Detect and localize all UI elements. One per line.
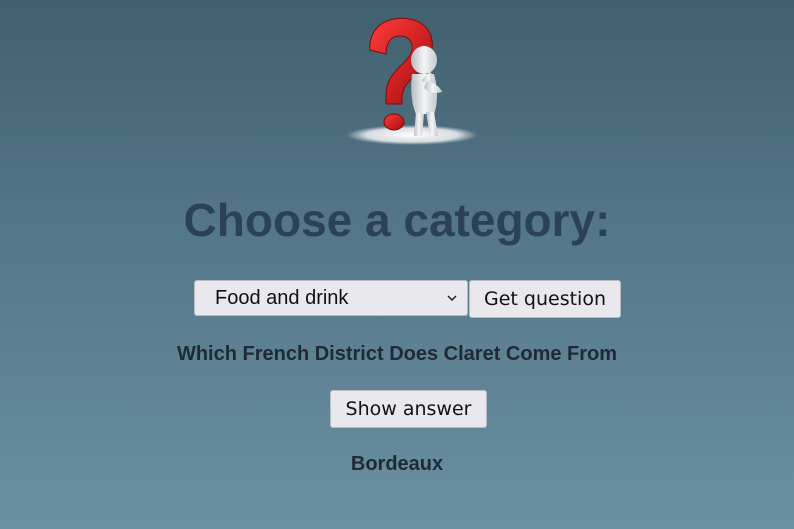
question-text: Which French District Does Claret Come F… <box>176 343 618 365</box>
get-question-button[interactable]: Get question <box>469 280 621 318</box>
chevron-down-icon <box>447 294 457 302</box>
answer-text: Bordeaux <box>350 453 444 475</box>
question-mark-thinking-figure-icon <box>330 10 490 155</box>
category-select-value: Food and drink <box>215 286 349 309</box>
question-controls: Food and drink Get question <box>194 280 621 318</box>
show-answer-button[interactable]: Show answer <box>330 390 487 428</box>
category-select[interactable]: Food and drink <box>194 280 468 316</box>
page-title: Choose a category: <box>183 194 611 246</box>
